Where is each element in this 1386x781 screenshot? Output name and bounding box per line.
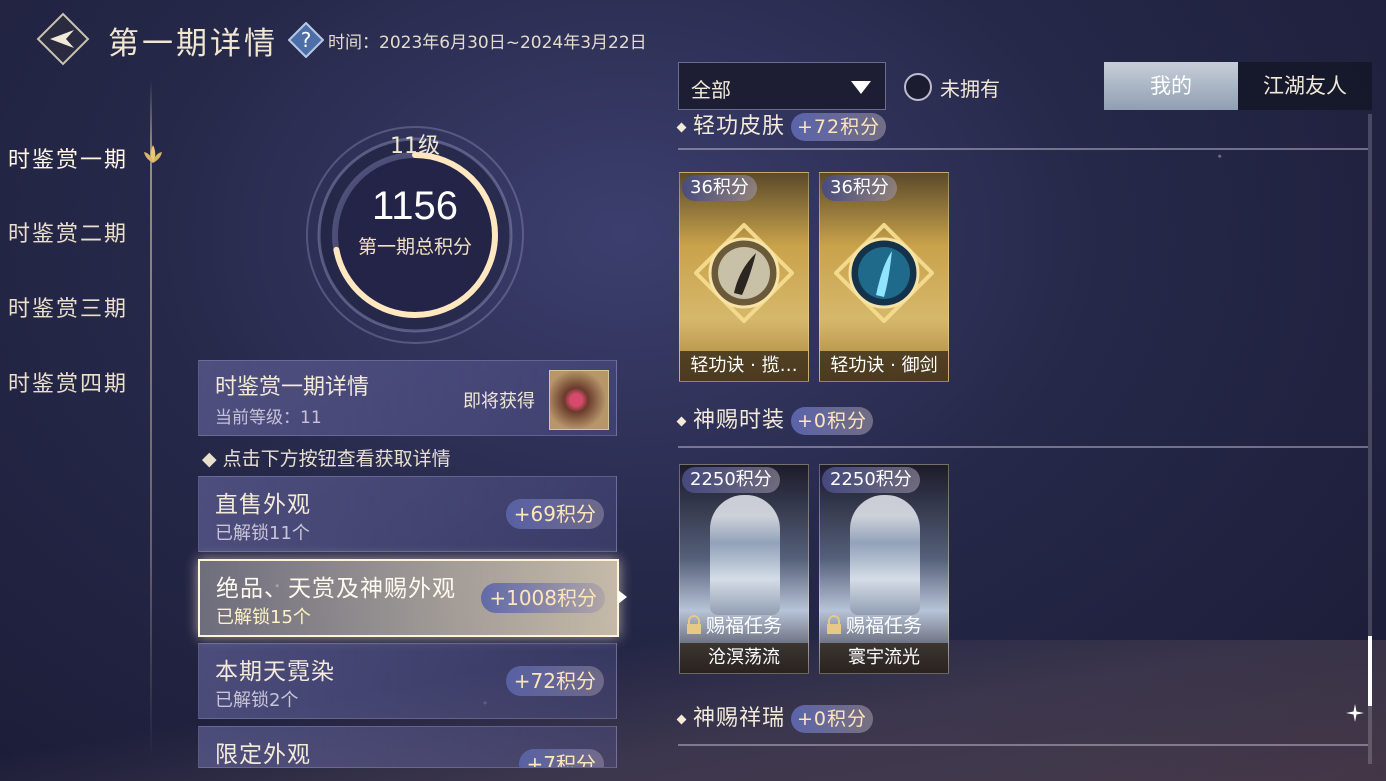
nav-item-period-1[interactable]: 时鉴赏一期	[8, 142, 128, 174]
section-title: 轻功皮肤	[693, 114, 786, 139]
category-unlocked: 已解锁15个	[216, 607, 311, 628]
category-points: +7积分	[518, 749, 604, 767]
section-points: +72积分	[791, 113, 887, 141]
svg-text:?: ?	[301, 28, 312, 52]
dropdown-value: 全部	[691, 78, 731, 102]
character-portrait	[850, 495, 920, 615]
item-task: 赐福任务	[705, 615, 782, 637]
nav-item-period-3[interactable]: 时鉴赏三期	[8, 291, 128, 323]
section-title: 神赐时装	[693, 408, 786, 433]
help-icon[interactable]: ?	[287, 21, 325, 59]
category-label: 绝品、天赏及神赐外观	[216, 576, 456, 602]
back-arrow-icon	[36, 12, 90, 66]
item-card[interactable]: 36积分 轻功诀 · 御剑	[819, 172, 949, 382]
category-unlocked: 已解锁2个	[215, 690, 299, 711]
tab-mine[interactable]: 我的	[1104, 62, 1238, 110]
item-cost: 36积分	[822, 175, 897, 201]
score-caption: 第一期总积分	[357, 236, 472, 258]
item-cost: 2250积分	[682, 467, 780, 493]
item-card[interactable]: 2250积分 赐福任务 寰宇流光	[819, 464, 949, 674]
hint-text: ◆ 点击下方按钮查看获取详情	[202, 448, 451, 470]
period-detail-card[interactable]: 时鉴赏一期详情 当前等级：11 即将获得	[198, 360, 617, 436]
category-unlocked: 已解锁11个	[215, 523, 310, 544]
item-name: 轻功诀 · 揽…	[680, 351, 808, 381]
section-title: 神赐祥瑞	[693, 706, 786, 731]
not-owned-radio[interactable]	[904, 73, 932, 101]
diamond-bullet-icon	[676, 714, 687, 724]
category-label: 直售外观	[215, 492, 311, 518]
score-level: 11级	[390, 134, 440, 159]
category-points: +1008积分	[481, 583, 605, 613]
category-direct-sale[interactable]: 直售外观 已解锁11个 +69积分	[198, 476, 617, 552]
item-task: 赐福任务	[845, 615, 922, 637]
section-points: +0积分	[791, 705, 874, 733]
section-header: 轻功皮肤 +72积分	[676, 112, 887, 141]
item-name: 沧溟荡流	[680, 643, 808, 673]
section-header: 神赐时装 +0积分	[676, 402, 874, 435]
item-cost: 2250积分	[822, 467, 920, 493]
sword-flight-emblem-icon	[834, 223, 934, 323]
back-button[interactable]	[36, 12, 90, 66]
character-portrait	[710, 495, 780, 615]
not-owned-label[interactable]: 未拥有	[940, 73, 1000, 102]
section-divider	[678, 148, 1368, 150]
nav-divider	[150, 80, 152, 760]
lotus-marker-icon	[140, 142, 166, 168]
diamond-bullet-icon	[676, 416, 687, 426]
item-cost: 36积分	[682, 175, 757, 201]
item-list[interactable]: 轻功皮肤 +72积分 36积分 轻功诀 · 揽… 36积分 轻功诀 · 御剑 神赐…	[672, 112, 1374, 766]
category-dye[interactable]: 本期天霓染 已解锁2个 +72积分	[198, 643, 617, 719]
filter-dropdown[interactable]: 全部	[678, 62, 886, 110]
tab-friends[interactable]: 江湖友人	[1238, 62, 1372, 110]
qinggong-emblem-icon	[694, 223, 794, 323]
item-name: 寰宇流光	[820, 643, 948, 673]
hint-label: 点击下方按钮查看获取详情	[222, 448, 451, 470]
period-time: 时间：2023年6月30日~2024年3月22日	[328, 33, 647, 53]
upcoming-reward-thumbnail[interactable]	[549, 370, 609, 430]
item-card[interactable]: 36积分 轻功诀 · 揽…	[679, 172, 809, 382]
nav-item-period-4[interactable]: 时鉴赏四期	[8, 366, 128, 398]
section-header: 神赐祥瑞 +0积分	[676, 700, 874, 733]
category-limited[interactable]: 限定外观 +7积分	[198, 726, 617, 768]
category-label: 本期天霓染	[215, 659, 335, 685]
upcoming-label: 即将获得	[463, 391, 535, 412]
detail-current-level: 当前等级：11	[215, 408, 322, 428]
sparkle-icon	[1346, 704, 1364, 722]
section-divider	[678, 744, 1368, 746]
active-arrow-icon	[618, 590, 627, 604]
category-premium-appearance[interactable]: 绝品、天赏及神赐外观 已解锁15个 +1008积分	[198, 559, 619, 637]
score-total: 1156	[371, 184, 458, 228]
chevron-down-icon	[851, 81, 871, 94]
category-points: +72积分	[505, 666, 604, 696]
scrollbar-thumb[interactable]	[1368, 636, 1372, 706]
category-label: 限定外观	[215, 742, 311, 768]
category-points: +69积分	[505, 499, 604, 529]
section-divider	[678, 446, 1368, 448]
item-name: 轻功诀 · 御剑	[820, 351, 948, 381]
nav-item-period-2[interactable]: 时鉴赏二期	[8, 216, 128, 248]
section-points: +0积分	[791, 407, 874, 435]
page-title: 第一期详情	[108, 26, 278, 62]
item-card[interactable]: 2250积分 赐福任务 沧溟荡流	[679, 464, 809, 674]
diamond-bullet-icon	[676, 122, 687, 132]
detail-title: 时鉴赏一期详情	[215, 375, 370, 400]
